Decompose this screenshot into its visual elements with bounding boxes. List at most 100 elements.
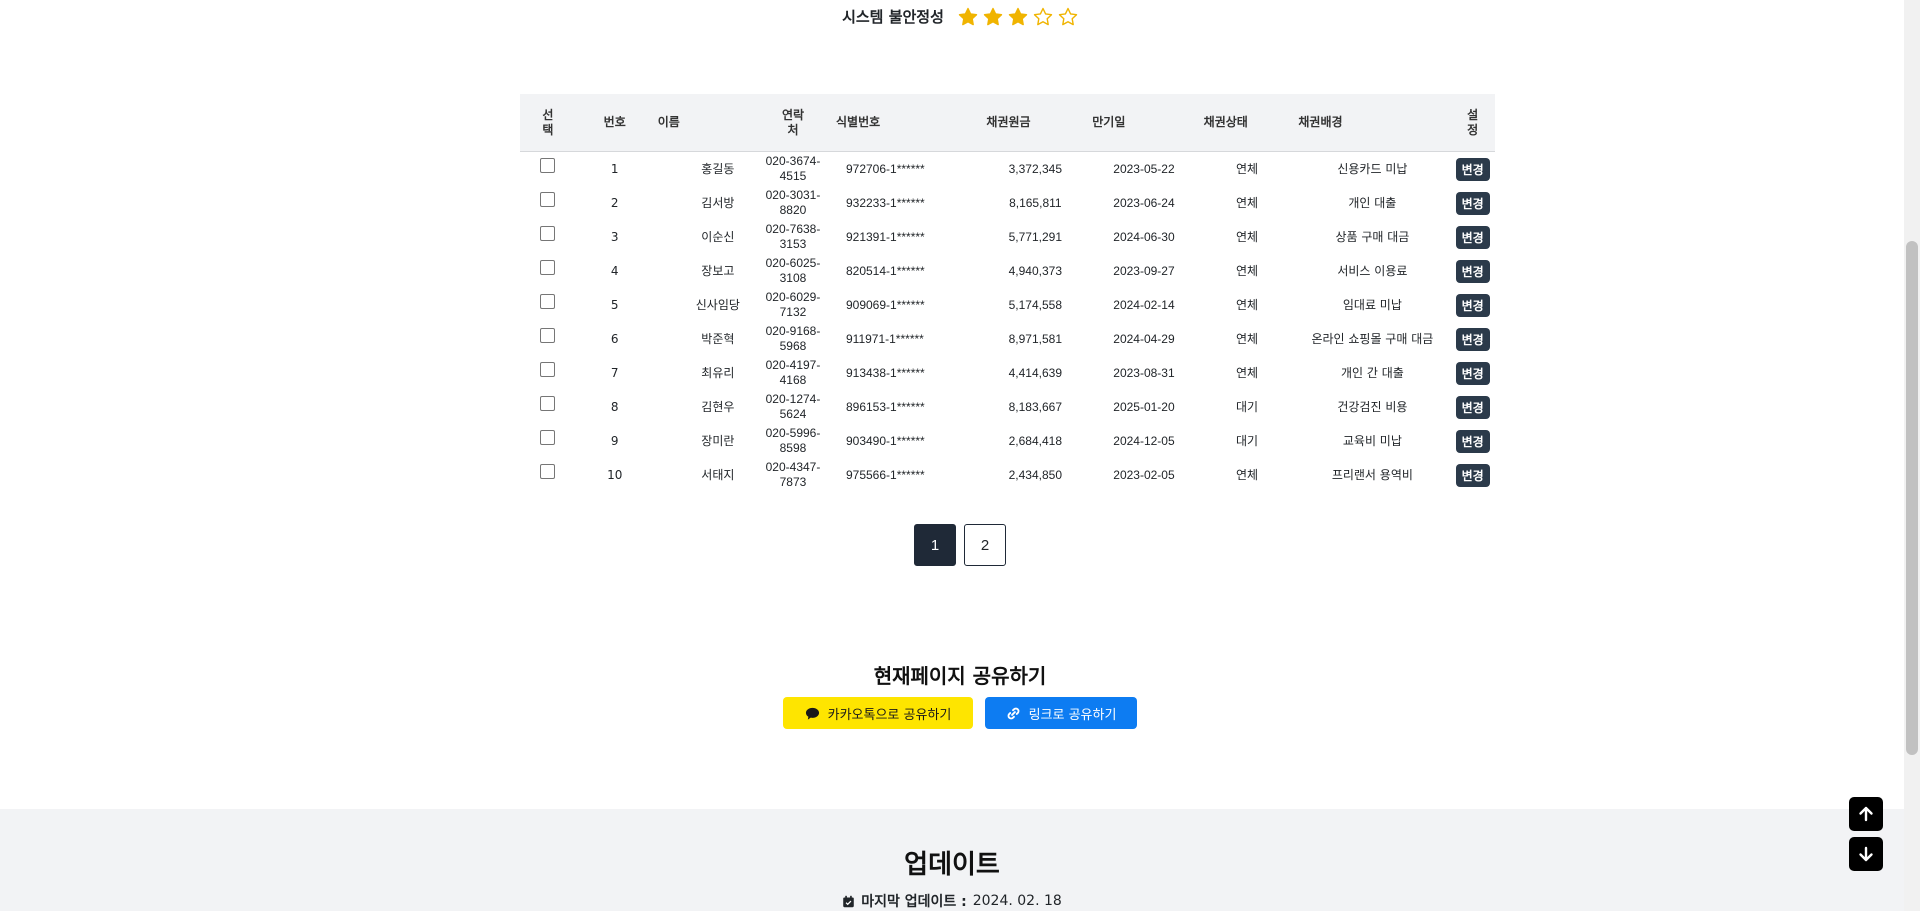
cell-contact: 020-7638- 3153 [754,220,832,254]
cell-no: 5 [610,297,619,312]
change-button[interactable]: 변경 [1455,157,1490,181]
row-checkbox[interactable] [540,225,556,241]
change-button[interactable]: 변경 [1455,463,1490,487]
header-contact: 연락 처 [753,94,832,152]
cell-id-number: 896153-1****** [845,399,925,414]
link-share-button[interactable]: 링크로 공유하기 [985,697,1137,729]
row-checkbox[interactable] [540,259,556,275]
cell-no: 3 [610,229,619,244]
row-select-cell [520,390,576,424]
cell-contact: 020-6025- 3108 [754,254,832,288]
row-checkbox[interactable] [540,157,556,173]
last-update-value: 2024. 02. 18 [972,893,1062,909]
cell-status: 대기 [1235,433,1259,448]
star-filled-icon [1008,7,1028,27]
cell-id-number: 911971-1****** [845,331,924,346]
cell-name: 김현우 [701,399,735,414]
cell-name: 장보고 [701,263,735,278]
scroll-bottom-button[interactable] [1849,837,1883,871]
cell-principal: 4,940,373 [1008,263,1063,278]
row-checkbox[interactable] [540,429,556,445]
change-button[interactable]: 변경 [1455,361,1490,385]
cell-status: 연체 [1235,331,1259,346]
table-row: 5 신사임당 020-6029- 7132 909069-1****** 5,174,55… [520,288,1495,322]
cell-due-date: 2024-04-29 [1113,331,1175,346]
change-button[interactable]: 변경 [1455,259,1490,283]
header-principal: 채권원금 [982,94,1089,152]
change-button[interactable]: 변경 [1455,429,1490,453]
page-scrollbar[interactable] [1904,0,1920,911]
chat-bubble-icon [805,706,820,721]
row-checkbox[interactable] [540,191,556,207]
star-rating [958,7,1078,27]
contact-line-2: 4515 [779,169,807,183]
page-button-2[interactable]: 2 [964,524,1006,566]
cell-no: 10 [607,467,623,482]
contact-line-1: 020-4197- [765,358,821,372]
cell-background: 개인 대출 [1348,195,1397,210]
cell-id-number: 903490-1****** [845,433,925,448]
cell-settings: 변경 [1450,152,1495,187]
row-checkbox[interactable] [540,327,556,343]
change-button[interactable]: 변경 [1455,225,1490,249]
cell-name: 이순신 [701,229,735,244]
cell-background: 건강검진 비용 [1337,399,1408,414]
header-background: 채권배경 [1294,94,1451,152]
contact-line-2: 5624 [779,407,807,421]
cell-no: 1 [610,161,619,176]
header-name: 이름 [653,94,754,152]
change-button[interactable]: 변경 [1455,327,1490,351]
header-select: 선택 [520,94,576,152]
cell-background: 프리랜서 용역비 [1331,467,1413,482]
table-row: 8 김현우 020-1274- 5624 896153-1****** 8,183,667… [520,390,1495,424]
row-checkbox[interactable] [540,395,556,411]
cell-settings: 변경 [1450,356,1495,390]
cell-status: 연체 [1235,263,1259,278]
row-checkbox[interactable] [540,361,556,377]
contact-line-2: 7873 [779,475,807,489]
scrollbar-thumb[interactable] [1906,241,1918,755]
star-filled-icon [983,7,1003,27]
cell-principal: 8,183,667 [1008,399,1063,414]
cell-status: 대기 [1235,399,1259,414]
kakao-share-button[interactable]: 카카오톡으로 공유하기 [783,697,973,729]
table-row: 2 김서방 020-3031- 8820 932233-1****** 8,165,811… [520,186,1495,220]
change-button[interactable]: 변경 [1455,191,1490,215]
scroll-top-button[interactable] [1849,797,1883,831]
cell-name: 김서방 [701,195,735,210]
cell-id-number: 913438-1****** [845,365,925,380]
cell-no: 8 [610,399,619,414]
change-button[interactable]: 변경 [1455,395,1490,419]
table-row: 4 장보고 020-6025- 3108 820514-1****** 4,940,373… [520,254,1495,288]
cell-contact: 020-9168- 5968 [754,322,832,356]
cell-no: 2 [610,195,619,210]
change-button[interactable]: 변경 [1455,293,1490,317]
cell-settings: 변경 [1450,390,1495,424]
cell-contact: 020-6029- 7132 [754,288,832,322]
row-checkbox[interactable] [540,463,556,479]
cell-principal: 3,372,345 [1008,161,1063,176]
table-row: 1 홍길동 020-3674- 4515 972706-1****** 3,372,345… [520,152,1495,187]
cell-background: 온라인 쇼핑몰 구매 대금 [1311,331,1434,346]
cell-settings: 변경 [1450,254,1495,288]
cell-contact: 020-3031- 8820 [754,186,832,220]
link-share-label: 링크로 공유하기 [1028,707,1117,723]
share-buttons: 카카오톡으로 공유하기 링크로 공유하기 [0,697,1920,729]
cell-background: 교육비 미납 [1342,433,1402,448]
row-select-cell [520,220,576,254]
row-checkbox[interactable] [540,293,556,309]
cell-background: 서비스 이용료 [1337,263,1408,278]
cell-due-date: 2023-08-31 [1113,365,1175,380]
cell-due-date: 2024-06-30 [1113,229,1175,244]
star-outline-icon [1058,7,1078,27]
contact-line-1: 020-3031- [765,188,821,202]
cell-name: 서태지 [701,467,735,482]
contact-line-2: 8820 [779,203,807,217]
link-icon [1006,706,1021,721]
row-select-cell [520,152,576,187]
star-filled-icon [958,7,978,27]
contact-line-2: 8598 [779,441,807,455]
cell-settings: 변경 [1450,186,1495,220]
cell-settings: 변경 [1450,220,1495,254]
page-button-1[interactable]: 1 [914,524,956,566]
